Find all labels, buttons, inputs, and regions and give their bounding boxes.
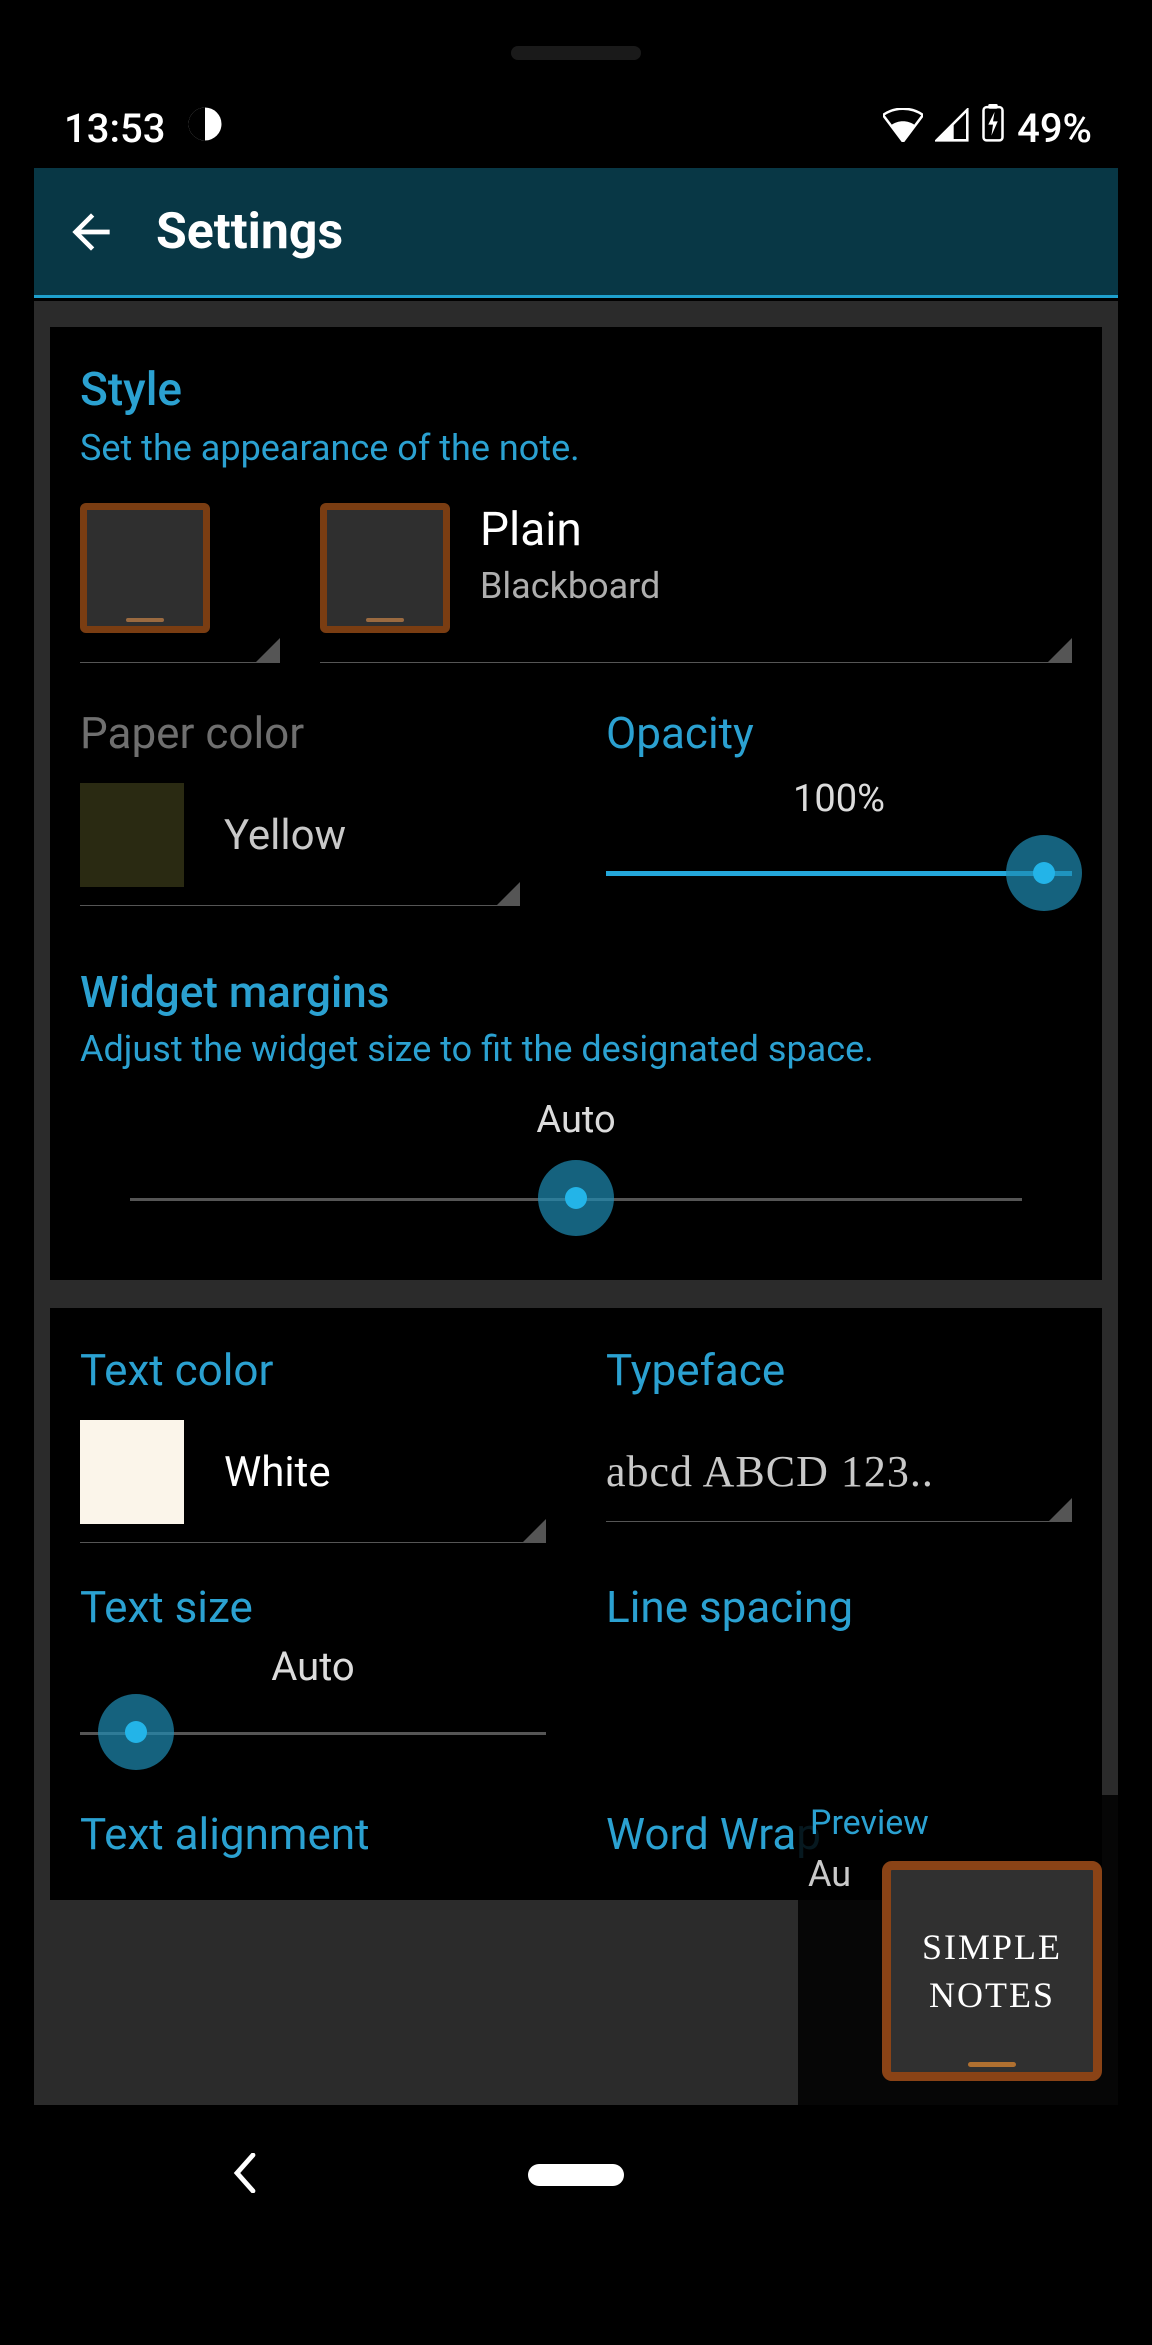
paper-color-label: Paper color <box>80 707 546 759</box>
nav-home-pill[interactable] <box>528 2164 624 2186</box>
arrow-left-icon <box>63 204 119 260</box>
dropdown-icon <box>1048 638 1072 662</box>
slider-track <box>606 871 1072 876</box>
status-bar: 13:53 49% <box>0 100 1152 156</box>
speaker-grille <box>511 46 641 60</box>
paper-color-value: Yellow <box>224 811 346 860</box>
opacity-slider[interactable] <box>606 843 1072 903</box>
typeface-label: Typeface <box>606 1344 1072 1396</box>
nav-back-button[interactable] <box>230 2153 260 2197</box>
line-spacing-label: Line spacing <box>606 1581 1072 1633</box>
phone-frame: 13:53 49% Settings Style <box>0 0 1152 2345</box>
dropdown-icon <box>256 638 280 662</box>
text-color-value: White <box>224 1448 331 1497</box>
slider-thumb <box>98 1694 174 1770</box>
preview-line2: NOTES <box>929 1974 1055 2016</box>
preview-line1: SIMPLE <box>922 1926 1062 1968</box>
opacity-label: Opacity <box>606 707 1072 759</box>
slider-thumb <box>1006 835 1082 911</box>
preview-widget[interactable]: SIMPLE NOTES <box>882 1861 1102 2081</box>
preview-heading: Preview <box>810 1803 1106 1843</box>
system-nav-bar <box>0 2135 1152 2215</box>
status-battery-pct: 49% <box>1017 105 1092 152</box>
style-option-title: Plain <box>480 503 660 557</box>
text-color-label: Text color <box>80 1344 546 1396</box>
do-not-disturb-icon <box>187 105 223 152</box>
slider-thumb <box>538 1160 614 1236</box>
typeface-sample: abcd ABCD 123.. <box>606 1446 1072 1497</box>
style-option-sub: Blackboard <box>480 565 660 607</box>
blackboard-icon <box>80 503 210 633</box>
widget-margins-sub: Adjust the widget size to fit the design… <box>80 1028 1072 1070</box>
battery-charging-icon <box>981 104 1005 152</box>
style-spinner-1[interactable] <box>80 503 280 663</box>
color-swatch-yellow <box>80 783 184 887</box>
text-card: Text color White Typeface abcd ABCD 123.… <box>50 1308 1102 1900</box>
dropdown-icon <box>496 882 520 906</box>
text-size-value: Auto <box>80 1643 546 1690</box>
color-swatch-white <box>80 1420 184 1524</box>
paper-color-picker[interactable]: Yellow <box>80 783 520 906</box>
widget-margins-slider[interactable] <box>130 1160 1022 1240</box>
style-subheading: Set the appearance of the note. <box>80 427 1072 469</box>
dropdown-icon <box>1048 1498 1072 1522</box>
page-title: Settings <box>156 203 343 261</box>
preview-panel: Preview Au SIMPLE NOTES <box>798 1795 1118 2105</box>
content-scroll[interactable]: Style Set the appearance of the note. Pl… <box>34 301 1118 2105</box>
typeface-picker[interactable]: abcd ABCD 123.. <box>606 1420 1072 1522</box>
widget-margins-heading: Widget margins <box>80 966 1072 1018</box>
style-spinner-2[interactable]: Plain Blackboard <box>320 503 1072 663</box>
status-time: 13:53 <box>64 105 165 152</box>
text-alignment-label: Text alignment <box>80 1808 546 1860</box>
style-heading: Style <box>80 363 1072 417</box>
back-button[interactable] <box>56 197 126 267</box>
app-bar: Settings <box>34 168 1118 298</box>
dropdown-icon <box>522 1519 546 1543</box>
text-size-slider[interactable] <box>80 1694 546 1774</box>
wifi-icon <box>883 105 923 152</box>
text-size-label: Text size <box>80 1581 546 1633</box>
line-spacing-value-partial: Au <box>808 1853 851 1895</box>
cell-signal-icon <box>935 105 969 152</box>
text-color-picker[interactable]: White <box>80 1420 546 1543</box>
style-card: Style Set the appearance of the note. Pl… <box>50 327 1102 1280</box>
widget-margins-value: Auto <box>80 1098 1072 1142</box>
opacity-value: 100% <box>606 777 1072 821</box>
blackboard-icon <box>320 503 450 633</box>
chevron-left-icon <box>237 2155 253 2191</box>
